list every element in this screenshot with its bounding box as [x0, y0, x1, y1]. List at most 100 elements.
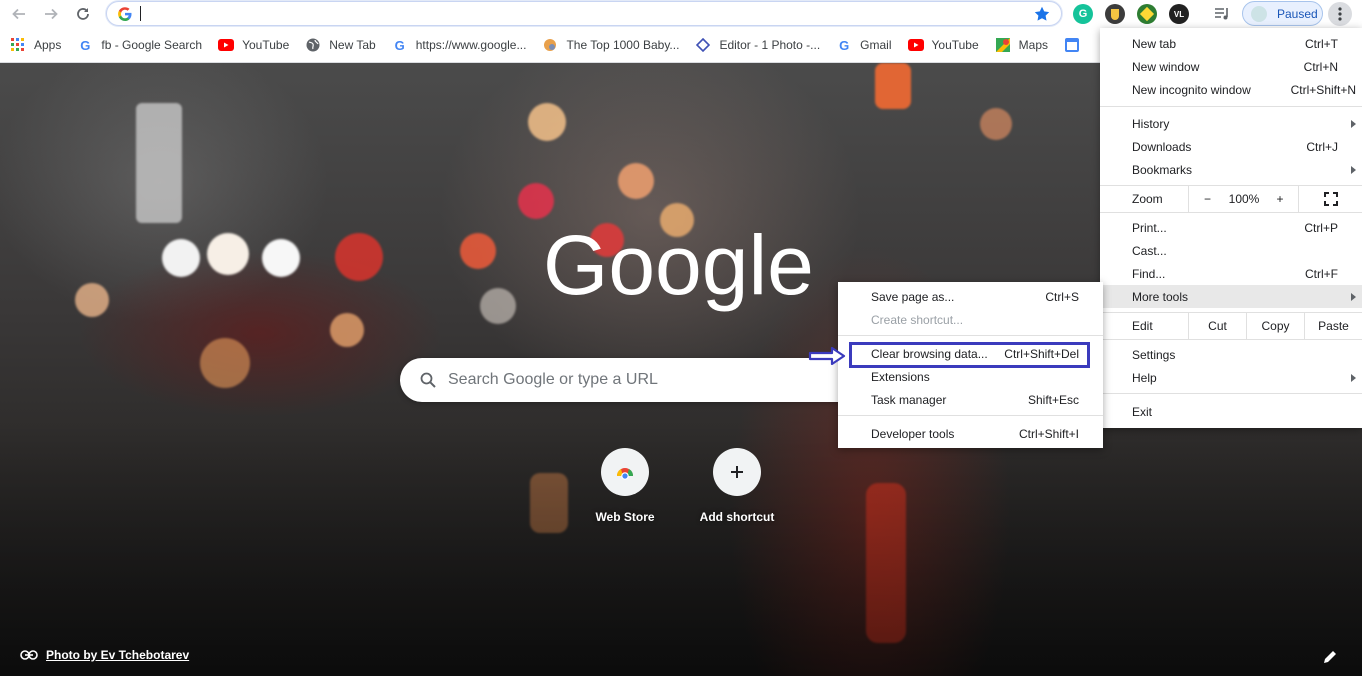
menu-separator: [1100, 106, 1362, 107]
bookmark-star-icon[interactable]: [1033, 5, 1051, 23]
google-g-icon: G: [394, 37, 405, 53]
menu-label: Bookmarks: [1132, 162, 1193, 177]
apps-grid-icon: [10, 37, 26, 53]
submenu-item-save-page[interactable]: Save page as... Ctrl+S: [838, 285, 1103, 308]
search-placeholder: Search Google or type a URL: [448, 371, 658, 388]
google-g-icon: G: [839, 37, 850, 53]
submenu-item-task-manager[interactable]: Task manager Shift+Esc: [838, 388, 1103, 411]
zoom-out-button[interactable]: −: [1188, 186, 1226, 212]
menu-item-downloads[interactable]: Downloads Ctrl+J: [1100, 135, 1362, 158]
menu-shortcut: Ctrl+S: [1045, 289, 1079, 304]
submenu-item-create-shortcut: Create shortcut...: [838, 308, 1103, 331]
bookmark-label: New Tab: [329, 38, 376, 52]
chrome-menu-button[interactable]: [1328, 2, 1352, 26]
menu-item-new-tab[interactable]: New tab Ctrl+T: [1100, 32, 1362, 55]
back-button[interactable]: [6, 1, 32, 27]
shield-extension-icon[interactable]: [1105, 4, 1125, 24]
zoom-level: 100%: [1228, 192, 1260, 206]
menu-separator: [1100, 212, 1362, 213]
bookmark-maps[interactable]: Maps: [995, 37, 1048, 53]
address-bar[interactable]: [106, 1, 1062, 26]
customize-pencil-icon[interactable]: [1322, 649, 1338, 665]
menu-label: Settings: [1132, 347, 1176, 362]
submenu-item-developer-tools[interactable]: Developer tools Ctrl+Shift+I: [838, 422, 1103, 445]
maps-icon: [995, 37, 1011, 53]
site-icon: [542, 37, 558, 53]
bookmark-overflow[interactable]: [1064, 37, 1088, 53]
profile-button[interactable]: Paused: [1242, 1, 1323, 26]
menu-item-settings[interactable]: Settings: [1100, 343, 1362, 366]
menu-item-print[interactable]: Print... Ctrl+P: [1100, 216, 1362, 239]
shortcut-label: Web Store: [595, 510, 655, 524]
menu-label: Downloads: [1132, 139, 1192, 154]
submenu-arrow-icon: [1351, 165, 1356, 174]
menu-item-more-tools[interactable]: More tools: [1100, 285, 1362, 308]
back-arrow-icon: [12, 8, 25, 20]
bookmark-youtube[interactable]: YouTube: [218, 37, 289, 53]
menu-item-exit[interactable]: Exit: [1100, 400, 1362, 423]
menu-item-find[interactable]: Find... Ctrl+F: [1100, 262, 1362, 285]
menu-shortcut: Ctrl+P: [1304, 220, 1338, 235]
google-logo-text: Google: [543, 224, 814, 312]
menu-label: Help: [1132, 370, 1157, 385]
forward-button[interactable]: [38, 1, 64, 27]
bookmark-label: fb - Google Search: [101, 38, 203, 52]
editor-icon: [695, 37, 711, 53]
shortcut-web-store[interactable]: Web Store: [569, 448, 681, 524]
search-icon: [420, 372, 436, 388]
browser-toolbar: G VL Paused: [0, 0, 1362, 28]
bookmark-google-url[interactable]: G https://www.google...: [392, 37, 527, 53]
menu-separator: [838, 335, 1103, 336]
submenu-arrow-icon: [1351, 292, 1356, 301]
webstore-icon: [616, 468, 634, 480]
bookmark-gmail[interactable]: G Gmail: [836, 37, 891, 53]
calendar-icon: [1064, 37, 1080, 53]
cube-extension-icon[interactable]: [1137, 4, 1157, 24]
menu-label: Developer tools: [871, 426, 955, 441]
menu-label: Task manager: [871, 392, 947, 407]
menu-item-history[interactable]: History: [1100, 112, 1362, 135]
chrome-main-menu: New tab Ctrl+T New window Ctrl+N New incog…: [1100, 28, 1362, 428]
media-queue-icon[interactable]: [1212, 4, 1232, 24]
plus-icon: [731, 466, 743, 478]
menu-edit-row: Edit Cut Copy Paste: [1100, 313, 1362, 339]
bookmark-top-1000-baby[interactable]: The Top 1000 Baby...: [542, 37, 679, 53]
bookmark-editor-photo[interactable]: Editor - 1 Photo -...: [695, 37, 820, 53]
bookmark-youtube-2[interactable]: YouTube: [907, 37, 979, 53]
menu-item-cast[interactable]: Cast...: [1100, 239, 1362, 262]
attribution-link[interactable]: Photo by Ev Tchebotarev: [46, 648, 189, 662]
text-cursor: [140, 6, 141, 21]
menu-shortcut: Ctrl+F: [1305, 266, 1338, 281]
bookmark-fb-google-search[interactable]: G fb - Google Search: [77, 37, 202, 53]
vpn-extension-icon[interactable]: VL: [1169, 4, 1189, 24]
zoom-label: Zoom: [1132, 192, 1163, 206]
grammarly-extension-icon[interactable]: G: [1073, 4, 1093, 24]
reload-button[interactable]: [70, 1, 96, 27]
google-logo: Google: [543, 224, 814, 312]
photo-attribution[interactable]: Photo by Ev Tchebotarev: [20, 648, 189, 662]
annotation-highlight-box: [849, 342, 1090, 368]
menu-item-new-incognito[interactable]: New incognito window Ctrl+Shift+N: [1100, 78, 1362, 101]
globe-icon: [305, 37, 321, 53]
fullscreen-icon: [1323, 192, 1338, 206]
fullscreen-button[interactable]: [1298, 186, 1362, 212]
submenu-item-extensions[interactable]: Extensions: [838, 365, 1103, 388]
menu-separator: [1100, 393, 1362, 394]
menu-label: New incognito window: [1132, 82, 1251, 97]
youtube-icon: [218, 37, 235, 53]
bookmark-new-tab[interactable]: New Tab: [305, 37, 376, 53]
copy-button[interactable]: Copy: [1246, 313, 1304, 339]
menu-label: Save page as...: [871, 289, 955, 304]
google-g-icon: G: [80, 37, 91, 53]
cut-button[interactable]: Cut: [1188, 313, 1246, 339]
menu-item-new-window[interactable]: New window Ctrl+N: [1100, 55, 1362, 78]
shortcut-add[interactable]: Add shortcut: [681, 448, 793, 524]
zoom-in-button[interactable]: +: [1262, 186, 1298, 212]
bookmark-apps[interactable]: Apps: [10, 37, 61, 53]
menu-item-bookmarks[interactable]: Bookmarks: [1100, 158, 1362, 181]
menu-item-help[interactable]: Help: [1100, 366, 1362, 389]
shortcut-label: Add shortcut: [699, 510, 775, 524]
bookmark-label: YouTube: [931, 38, 979, 52]
paste-button[interactable]: Paste: [1304, 313, 1362, 339]
forward-arrow-icon: [45, 8, 58, 20]
